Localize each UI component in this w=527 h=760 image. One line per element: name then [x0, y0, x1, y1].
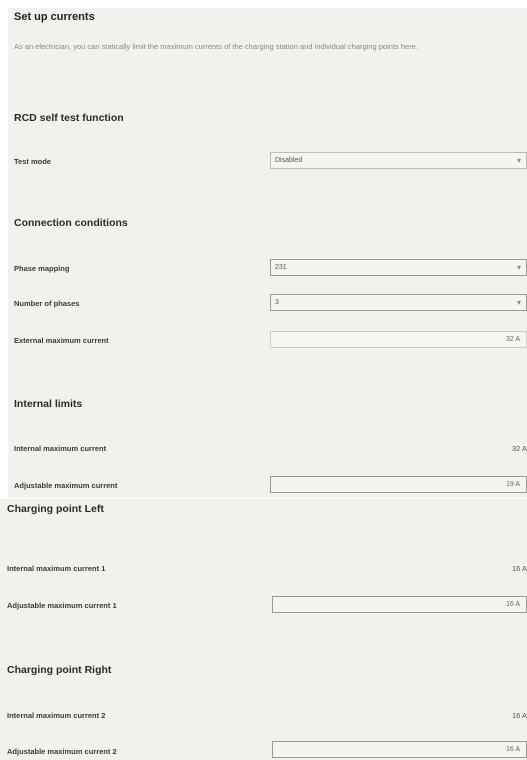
adjustable-max-current-label: Adjustable maximum current	[14, 481, 118, 490]
adjustable-max-current-value: 19 A	[505, 481, 520, 488]
page-title: Set up currents	[14, 11, 95, 23]
chevron-down-icon: ▾	[516, 298, 521, 307]
number-of-phases-select[interactable]: 3 ▾	[270, 294, 527, 311]
cp2-internal-max-current-label: Internal maximum current 2	[7, 711, 106, 720]
test-mode-select[interactable]: Disabled ▾	[270, 152, 527, 169]
cp1-internal-max-current-value: 16 A	[511, 564, 527, 573]
internal-max-current-value: 32 A	[511, 444, 527, 453]
cp2-internal-max-current-value: 16 A	[511, 711, 527, 720]
settings-panel-bottom	[0, 499, 527, 760]
number-of-phases-label: Number of phases	[14, 299, 80, 308]
cp2-adjustable-max-current-label: Adjustable maximum current 2	[7, 747, 117, 756]
cp1-internal-max-current-label: Internal maximum current 1	[7, 564, 106, 573]
cp1-adjustable-max-current-value: 16 A	[505, 601, 520, 608]
section-title-rcd: RCD self test function	[14, 112, 124, 124]
section-title-cp-left: Charging point Left	[7, 503, 104, 515]
test-mode-value: Disabled	[275, 157, 303, 164]
cp1-adjustable-max-current-label: Adjustable maximum current 1	[7, 601, 117, 610]
page-description: As an electrician, you can statically li…	[14, 42, 418, 51]
number-of-phases-value: 3	[275, 299, 279, 306]
chevron-down-icon: ▾	[516, 156, 521, 165]
section-title-cp-right: Charging point Right	[7, 664, 112, 676]
cp1-adjustable-max-current-input[interactable]: 16 A	[272, 596, 527, 613]
external-max-current-field: 32 A	[270, 331, 527, 348]
phase-mapping-label: Phase mapping	[14, 264, 70, 273]
adjustable-max-current-input[interactable]: 19 A	[270, 476, 527, 493]
settings-panel-top	[8, 8, 527, 498]
cp2-adjustable-max-current-input[interactable]: 16 A	[272, 741, 527, 758]
section-title-internal: Internal limits	[14, 398, 83, 410]
internal-max-current-label: Internal maximum current	[14, 444, 107, 453]
external-max-current-value: 32 A	[505, 336, 520, 343]
cp2-adjustable-max-current-value: 16 A	[505, 746, 520, 753]
test-mode-label: Test mode	[14, 157, 51, 166]
section-title-connection: Connection conditions	[14, 217, 128, 229]
phase-mapping-select[interactable]: 231 ▾	[270, 259, 527, 276]
chevron-down-icon: ▾	[516, 263, 521, 272]
external-max-current-label: External maximum current	[14, 336, 109, 345]
phase-mapping-value: 231	[275, 264, 287, 271]
